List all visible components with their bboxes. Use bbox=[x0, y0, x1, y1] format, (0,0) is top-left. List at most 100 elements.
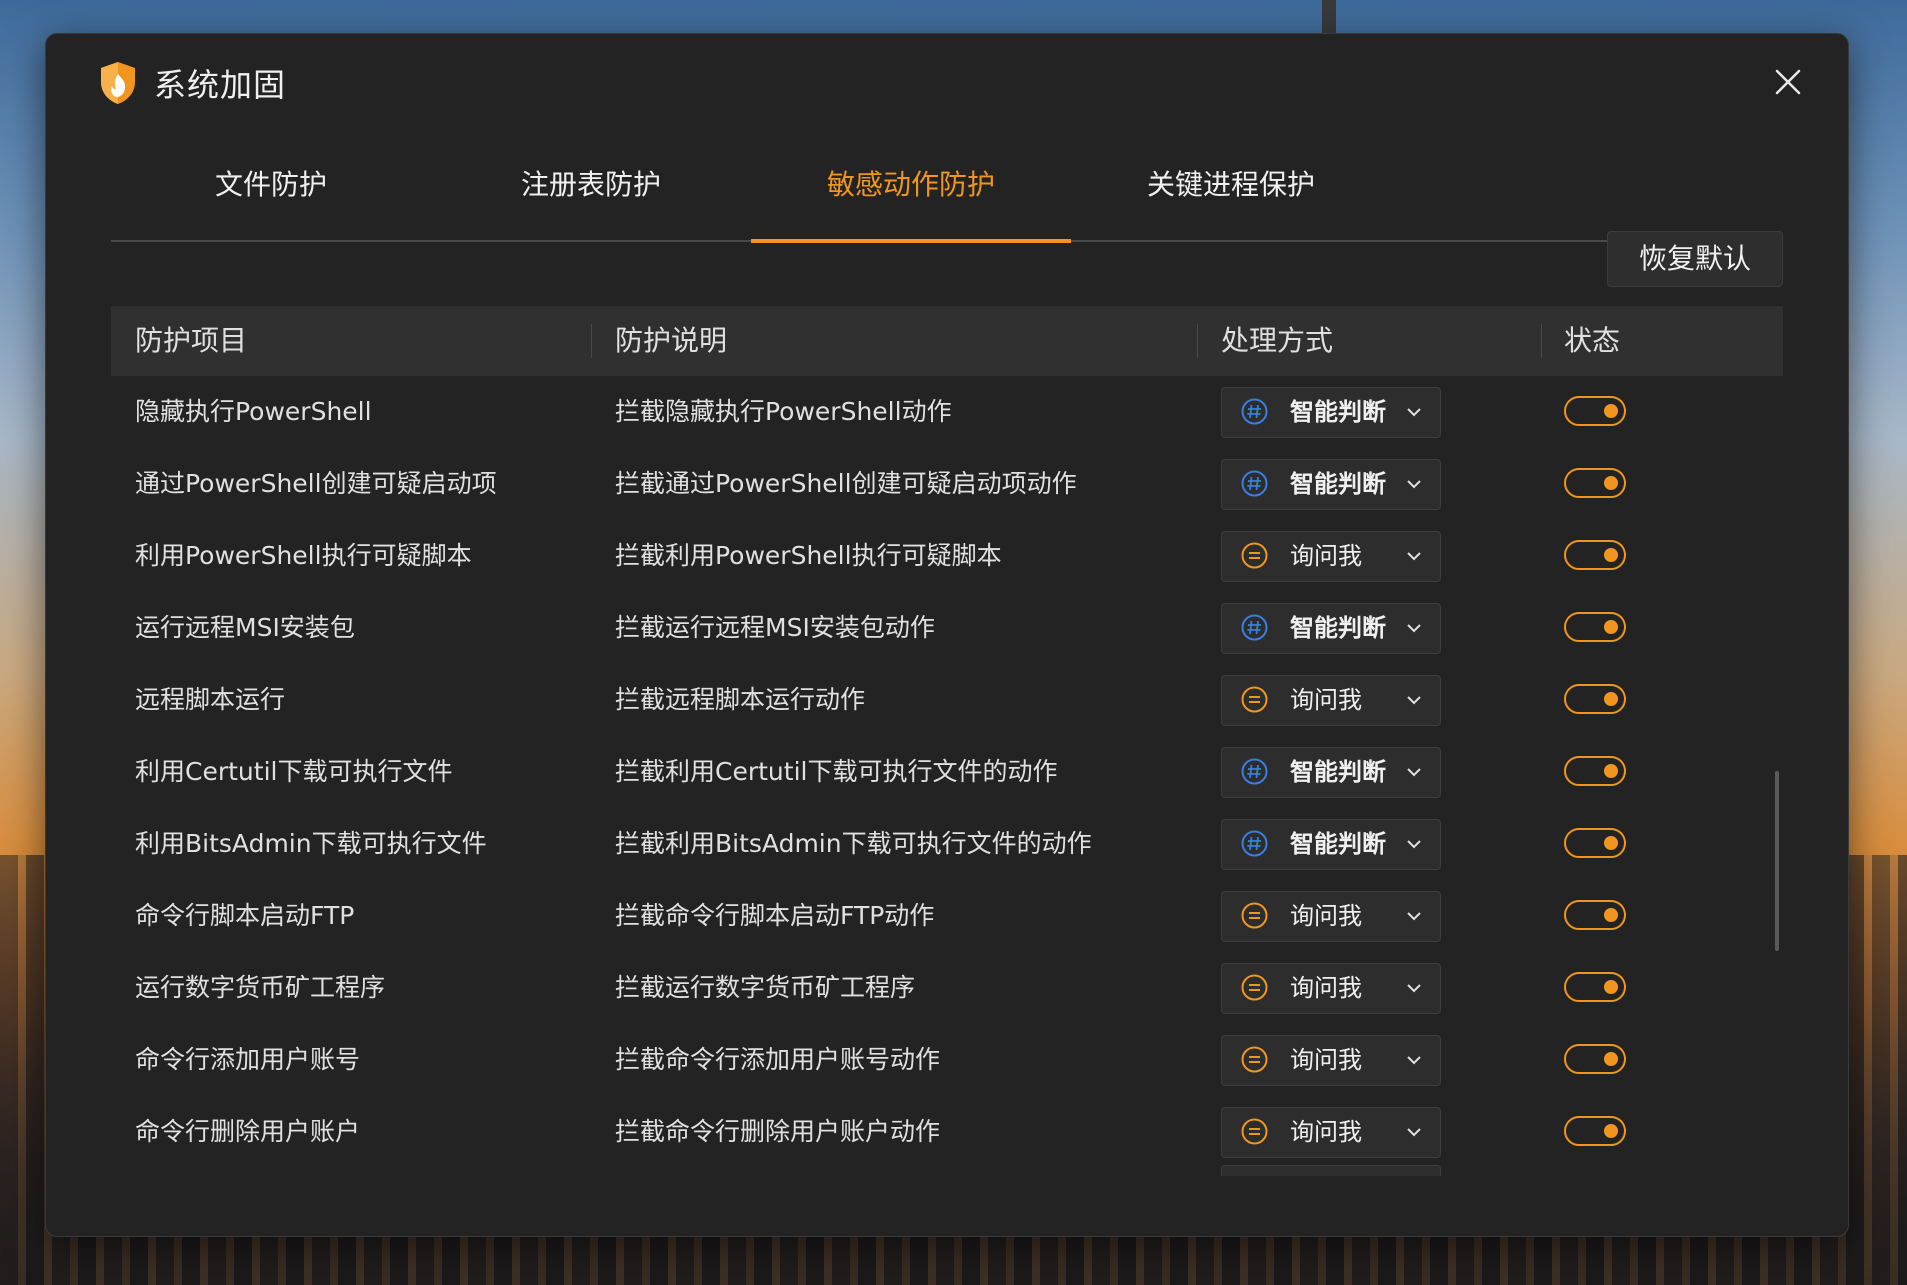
status-toggle[interactable] bbox=[1564, 828, 1626, 858]
status-toggle[interactable] bbox=[1564, 900, 1626, 930]
table-body: 隐藏执行PowerShell 拦截隐藏执行PowerShell动作 智能判断 通过Po… bbox=[111, 376, 1783, 1176]
app-title: 系统加固 bbox=[154, 66, 287, 104]
tab-key-process-protection[interactable]: 关键进程保护 bbox=[1071, 144, 1391, 240]
chevron-down-icon bbox=[1407, 480, 1421, 489]
table-row: 远程脚本运行 拦截远程脚本运行动作 询问我 bbox=[111, 664, 1783, 736]
system-hardening-window: 系统加固 文件防护 注册表防护 敏感动作防护 关键进程保护 恢复默认 防护项目 … bbox=[45, 33, 1849, 1237]
protection-table: 防护项目 防护说明 处理方式 状态 隐藏执行PowerShell 拦截隐藏执行Po… bbox=[111, 306, 1783, 1176]
method-label: 询问我 bbox=[1290, 1046, 1362, 1074]
protection-item-name: 运行数字货币矿工程序 bbox=[135, 973, 386, 1002]
protection-item-desc: 拦截命令行脚本启动FTP动作 bbox=[615, 901, 935, 930]
method-label: 询问我 bbox=[1290, 1118, 1362, 1146]
table-row: 利用Certutil下载可执行文件 拦截利用Certutil下载可执行文件的动作 智… bbox=[111, 736, 1783, 808]
titlebar: 系统加固 bbox=[46, 34, 1848, 134]
toggle-knob bbox=[1604, 692, 1618, 706]
method-label: 询问我 bbox=[1290, 542, 1362, 570]
method-dropdown[interactable]: 询问我 bbox=[1221, 531, 1441, 582]
toggle-knob bbox=[1604, 404, 1618, 418]
shield-flame-logo-icon bbox=[101, 62, 135, 104]
method-label: 询问我 bbox=[1290, 686, 1362, 714]
method-dropdown[interactable]: 智能判断 bbox=[1221, 603, 1441, 654]
protection-item-name: 命令行脚本启动FTP bbox=[135, 901, 355, 930]
wallpaper-tower bbox=[1322, 0, 1336, 34]
protection-item-desc: 拦截利用BitsAdmin下载可执行文件的动作 bbox=[615, 829, 1092, 858]
protection-item-name: 隐藏执行PowerShell bbox=[135, 397, 372, 426]
header-divider bbox=[591, 324, 592, 358]
chevron-down-icon bbox=[1407, 768, 1421, 777]
equals-icon bbox=[1241, 1118, 1268, 1145]
method-dropdown[interactable]: 询问我 bbox=[1221, 1035, 1441, 1086]
equals-icon bbox=[1241, 902, 1268, 929]
table-row: 命令行添加用户账号 拦截命令行添加用户账号动作 询问我 bbox=[111, 1024, 1783, 1096]
protection-item-name: 通过PowerShell创建可疑启动项 bbox=[135, 469, 497, 498]
protection-item-desc: 拦截通过PowerShell创建可疑启动项动作 bbox=[615, 469, 1077, 498]
table-row: 命令行删除用户账户 拦截命令行删除用户账户动作 询问我 bbox=[111, 1096, 1783, 1168]
method-dropdown[interactable]: 询问我 bbox=[1221, 891, 1441, 942]
tab-registry-protection[interactable]: 注册表防护 bbox=[431, 144, 751, 240]
hash-icon bbox=[1241, 830, 1268, 857]
header-divider bbox=[1541, 324, 1542, 358]
status-toggle[interactable] bbox=[1564, 972, 1626, 1002]
protection-item-name: 利用Certutil下载可执行文件 bbox=[135, 757, 453, 786]
equals-icon bbox=[1241, 542, 1268, 569]
method-label: 智能判断 bbox=[1290, 398, 1386, 426]
protection-item-name: 利用PowerShell执行可疑脚本 bbox=[135, 541, 472, 570]
restore-default-button[interactable]: 恢复默认 bbox=[1607, 231, 1783, 287]
protection-item-desc: 拦截运行数字货币矿工程序 bbox=[615, 973, 916, 1002]
protection-item-name: 运行远程MSI安装包 bbox=[135, 613, 355, 642]
method-dropdown[interactable]: 询问我 bbox=[1221, 1107, 1441, 1158]
method-label: 智能判断 bbox=[1290, 614, 1386, 642]
method-dropdown[interactable]: 智能判断 bbox=[1221, 819, 1441, 870]
chevron-down-icon bbox=[1407, 552, 1421, 561]
hash-icon bbox=[1241, 398, 1268, 425]
method-label: 智能判断 bbox=[1290, 758, 1386, 786]
toggle-knob bbox=[1604, 836, 1618, 850]
protection-item-name: 命令行添加用户账号 bbox=[135, 1045, 361, 1074]
method-dropdown[interactable]: 询问我 bbox=[1221, 675, 1441, 726]
method-dropdown[interactable]: 询问我 bbox=[1221, 963, 1441, 1014]
header-desc: 防护说明 bbox=[615, 324, 728, 357]
tab-file-protection[interactable]: 文件防护 bbox=[111, 144, 431, 240]
chevron-down-icon bbox=[1407, 840, 1421, 849]
toggle-knob bbox=[1604, 1124, 1618, 1138]
protection-item-desc: 拦截命令行删除用户账户动作 bbox=[615, 1117, 941, 1146]
tab-bar: 文件防护 注册表防护 敏感动作防护 关键进程保护 bbox=[111, 144, 1783, 243]
close-icon[interactable] bbox=[1768, 62, 1808, 102]
status-toggle[interactable] bbox=[1564, 756, 1626, 786]
table-row: 运行远程MSI安装包 拦截运行远程MSI安装包动作 智能判断 bbox=[111, 592, 1783, 664]
status-toggle[interactable] bbox=[1564, 540, 1626, 570]
chevron-down-icon bbox=[1407, 624, 1421, 633]
method-label: 询问我 bbox=[1290, 974, 1362, 1002]
toggle-knob bbox=[1604, 980, 1618, 994]
table-row: 利用PowerShell执行可疑脚本 拦截利用PowerShell执行可疑脚本 询问… bbox=[111, 520, 1783, 592]
protection-item-name: 命令行删除用户账户 bbox=[135, 1117, 361, 1146]
tab-sensitive-action-protection[interactable]: 敏感动作防护 bbox=[751, 144, 1071, 243]
header-item: 防护项目 bbox=[135, 324, 248, 357]
hash-icon bbox=[1241, 614, 1268, 641]
status-toggle[interactable] bbox=[1564, 612, 1626, 642]
table-header: 防护项目 防护说明 处理方式 状态 bbox=[111, 306, 1783, 376]
status-toggle[interactable] bbox=[1564, 396, 1626, 426]
protection-item-desc: 拦截运行远程MSI安装包动作 bbox=[615, 613, 935, 642]
chevron-down-icon bbox=[1407, 912, 1421, 921]
method-label: 智能判断 bbox=[1290, 470, 1386, 498]
status-toggle[interactable] bbox=[1564, 1116, 1626, 1146]
method-dropdown[interactable]: 智能判断 bbox=[1221, 747, 1441, 798]
equals-icon bbox=[1241, 1046, 1268, 1073]
protection-item-name: 利用BitsAdmin下载可执行文件 bbox=[135, 829, 487, 858]
table-row: 运行数字货币矿工程序 拦截运行数字货币矿工程序 询问我 bbox=[111, 952, 1783, 1024]
header-status: 状态 bbox=[1564, 324, 1621, 357]
header-divider bbox=[1197, 324, 1198, 358]
status-toggle[interactable] bbox=[1564, 468, 1626, 498]
protection-item-desc: 拦截远程脚本运行动作 bbox=[615, 685, 866, 714]
status-toggle[interactable] bbox=[1564, 684, 1626, 714]
hash-icon bbox=[1241, 470, 1268, 497]
toggle-knob bbox=[1604, 620, 1618, 634]
method-dropdown[interactable]: 智能判断 bbox=[1221, 459, 1441, 510]
protection-item-desc: 拦截利用Certutil下载可执行文件的动作 bbox=[615, 757, 1058, 786]
status-toggle[interactable] bbox=[1564, 1044, 1626, 1074]
toggle-knob bbox=[1604, 764, 1618, 778]
chevron-down-icon bbox=[1407, 696, 1421, 705]
toggle-knob bbox=[1604, 548, 1618, 562]
method-dropdown[interactable]: 智能判断 bbox=[1221, 387, 1441, 438]
